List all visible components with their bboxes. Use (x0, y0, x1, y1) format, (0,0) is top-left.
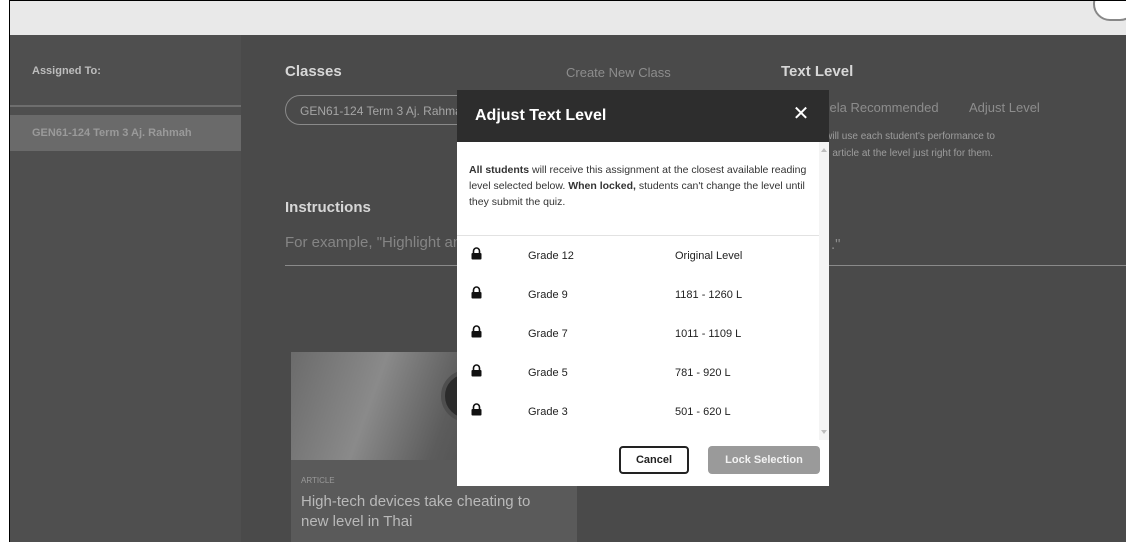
level-row[interactable]: Grade 5 781 - 920 L (457, 354, 819, 393)
desc-bold-all-students: All students (469, 164, 530, 176)
top-bar (10, 1, 1126, 35)
level-grade: Grade 9 (528, 289, 568, 301)
close-icon[interactable]: ✕ (791, 104, 811, 124)
modal-title: Adjust Text Level (475, 107, 607, 124)
level-lexile: 781 - 920 L (675, 367, 731, 379)
sidebar-divider (10, 105, 241, 107)
article-title: High-tech devices take cheating to new l… (301, 493, 531, 530)
description-divider (457, 235, 819, 236)
scroll-up-icon[interactable] (821, 148, 827, 152)
lock-icon (471, 286, 482, 299)
recommended-description-line1: Newsela will use each student's performa… (829, 131, 995, 142)
top-right-control[interactable] (1093, 1, 1126, 21)
text-level-adjust-option[interactable]: Adjust Level (969, 100, 1040, 115)
app-screen: Assigned To: GEN61-124 Term 3 Aj. Rahmah… (9, 0, 1126, 542)
level-list: Grade 12 Original Level Grade 9 1181 - 1… (457, 237, 819, 432)
level-grade: Grade 12 (528, 250, 574, 262)
classes-heading: Classes (285, 63, 342, 80)
modal-scrollbar[interactable] (819, 142, 829, 440)
level-row[interactable]: Grade 9 1181 - 1260 L (457, 276, 819, 315)
level-grade: Grade 3 (528, 406, 568, 418)
text-level-recommended-option[interactable]: Newsela Recommended (829, 100, 939, 115)
level-lexile: Original Level (675, 250, 743, 262)
text-level-panel: Newsela Recommended Adjust Level Newsela… (829, 35, 1126, 195)
assigned-to-label: Assigned To: (32, 65, 101, 77)
desc-bold-when-locked: When locked, (568, 180, 636, 192)
lock-icon (471, 325, 482, 338)
cancel-button[interactable]: Cancel (619, 446, 689, 474)
recommended-description-line2: assign the article at the level just rig… (829, 148, 993, 159)
level-grade: Grade 7 (528, 328, 568, 340)
scroll-down-icon[interactable] (821, 430, 827, 434)
sidebar: Assigned To: GEN61-124 Term 3 Aj. Rahmah (10, 35, 241, 542)
level-lexile: 501 - 620 L (675, 406, 731, 418)
level-row[interactable]: Grade 12 Original Level (457, 237, 819, 276)
lock-icon (471, 403, 482, 416)
create-new-class-link[interactable]: Create New Class (566, 65, 671, 80)
modal-footer: Cancel Lock Selection (457, 440, 829, 486)
class-selector-value: GEN61-124 Term 3 Aj. Rahmah (300, 104, 469, 118)
lock-icon (471, 364, 482, 377)
modal-description: All students will receive this assignmen… (469, 162, 809, 210)
level-row[interactable]: Grade 3 501 - 620 L (457, 393, 819, 432)
level-lexile: 1181 - 1260 L (675, 289, 743, 301)
lock-icon (471, 247, 482, 260)
class-selector[interactable]: GEN61-124 Term 3 Aj. Rahmah (285, 95, 475, 125)
lock-selection-button[interactable]: Lock Selection (708, 446, 820, 474)
article-kind: ARTICLE (301, 476, 335, 485)
level-row[interactable]: Grade 7 1011 - 1109 L (457, 315, 819, 354)
sidebar-item-label: GEN61-124 Term 3 Aj. Rahmah (32, 127, 192, 139)
sidebar-item-class[interactable]: GEN61-124 Term 3 Aj. Rahmah (10, 115, 241, 151)
instructions-input[interactable]: For example, "Highlight and annotate the… (285, 234, 475, 251)
adjust-text-level-modal: Adjust Text Level ✕ All students will re… (457, 90, 829, 486)
modal-header: Adjust Text Level ✕ (457, 90, 829, 142)
instructions-input-tail: ." (831, 236, 841, 253)
level-lexile: 1011 - 1109 L (675, 328, 742, 340)
instructions-heading: Instructions (285, 199, 371, 216)
level-grade: Grade 5 (528, 367, 568, 379)
